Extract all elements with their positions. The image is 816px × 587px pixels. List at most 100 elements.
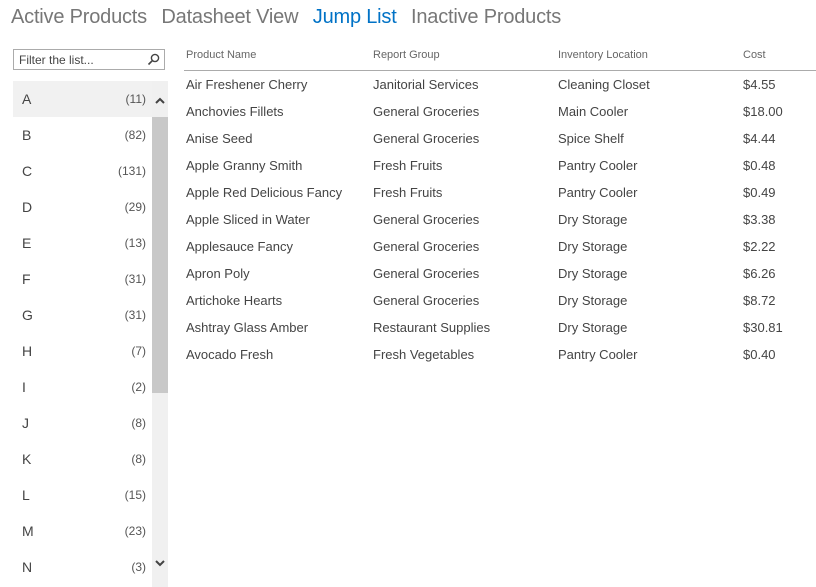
product-name-cell[interactable]: Anchovies Fillets [184,104,371,119]
view-tabs: Active Products Datasheet View Jump List… [11,6,571,29]
cost-cell: $8.72 [743,293,776,308]
jump-list-item[interactable]: L (15) [13,477,152,513]
scrollbar-thumb[interactable] [152,117,168,393]
jump-list-item[interactable]: G (31) [13,297,152,333]
jump-count: (8) [131,416,146,430]
product-name-cell[interactable]: Air Freshener Cherry [184,77,371,92]
product-name-cell[interactable]: Anise Seed [184,131,371,146]
cost-cell: $0.49 [743,185,776,200]
tab-inactive-products[interactable]: Inactive Products [411,6,561,29]
products-table: Product Name Report Group Inventory Loca… [184,49,816,368]
product-name-cell[interactable]: Avocado Fresh [184,347,371,362]
product-name-cell[interactable]: Ashtray Glass Amber [184,320,371,335]
jump-count: (82) [124,128,146,142]
inventory-location-cell: Dry Storage [558,266,628,281]
table-body: Air Freshener Cherry Janitorial Services C… [184,71,816,368]
table-row[interactable]: Anchovies Fillets General Groceries Main C… [184,98,816,125]
inventory-location-cell: Dry Storage [558,239,628,254]
jump-list-item[interactable]: D (29) [13,189,152,225]
table-header: Product Name Report Group Inventory Loca… [184,49,816,71]
scrollbar[interactable] [152,81,168,587]
table-row[interactable]: Apple Granny Smith Fresh Fruits Pantry Coo… [184,152,816,179]
scroll-down-icon[interactable] [154,557,166,569]
report-group-cell: Fresh Fruits [373,158,443,173]
jump-letter: M [22,523,34,539]
cost-cell: $30.81 [743,320,783,335]
jump-letter: F [22,271,31,287]
report-group-cell: Fresh Fruits [373,185,443,200]
report-group-cell: General Groceries [373,212,480,227]
table-row[interactable]: Apple Sliced in Water General Groceries Dr… [184,206,816,233]
report-group-cell: General Groceries [373,104,480,119]
product-name-cell[interactable]: Applesauce Fancy [184,239,371,254]
product-name-cell[interactable]: Apple Sliced in Water [184,212,371,227]
jump-list-item[interactable]: B (82) [13,117,152,153]
cost-cell: $4.44 [743,131,776,146]
jump-list-item[interactable]: J (8) [13,405,152,441]
jump-count: (23) [124,524,146,538]
inventory-location-cell: Pantry Cooler [558,347,638,362]
jump-letter: N [22,559,33,575]
table-row[interactable]: Apple Red Delicious Fancy Fresh Fruits Pan… [184,179,816,206]
column-header-report-group[interactable]: Report Group [371,49,556,70]
jump-letter: L [22,487,30,503]
jump-list-item[interactable]: N (3) [13,549,152,585]
search-icon[interactable] [147,53,160,66]
jump-list: A (11) B (82) C (131) D (29) E (13) F (31) G (31) H (7)… [13,81,152,585]
report-group-cell: General Groceries [373,131,480,146]
jump-letter: G [22,307,33,323]
filter-box [13,49,165,70]
inventory-location-cell: Pantry Cooler [558,158,638,173]
column-header-product-name[interactable]: Product Name [184,49,371,70]
inventory-location-cell: Dry Storage [558,212,628,227]
jump-letter: J [22,415,29,431]
jump-count: (3) [131,560,146,574]
jump-list-item[interactable]: I (2) [13,369,152,405]
jump-count: (29) [124,200,146,214]
jump-letter: B [22,127,32,143]
jump-list-item[interactable]: C (131) [13,153,152,189]
jump-count: (131) [117,164,146,178]
jump-letter: E [22,235,32,251]
jump-letter: K [22,451,32,467]
jump-count: (7) [131,344,146,358]
jump-letter: A [22,91,32,107]
cost-cell: $0.40 [743,347,776,362]
tab-jump-list[interactable]: Jump List [313,6,397,29]
table-row[interactable]: Apron Poly General Groceries Dry Storage $6… [184,260,816,287]
jump-list-item[interactable]: E (13) [13,225,152,261]
filter-input[interactable] [14,50,144,69]
table-row[interactable]: Applesauce Fancy General Groceries Dry Sto… [184,233,816,260]
tab-datasheet-view[interactable]: Datasheet View [161,6,298,29]
report-group-cell: General Groceries [373,266,480,281]
jump-count: (13) [124,236,146,250]
jump-count: (31) [124,272,146,286]
jump-list-item[interactable]: F (31) [13,261,152,297]
jump-list-item[interactable]: H (7) [13,333,152,369]
column-header-cost[interactable]: Cost [741,49,816,70]
product-name-cell[interactable]: Artichoke Hearts [184,293,371,308]
table-row[interactable]: Anise Seed General Groceries Spice Shelf $4… [184,125,816,152]
jump-list-item[interactable]: K (8) [13,441,152,477]
table-row[interactable]: Artichoke Hearts General Groceries Dry Sto… [184,287,816,314]
jump-count: (2) [131,380,146,394]
scroll-up-icon[interactable] [154,95,166,107]
tab-active-products[interactable]: Active Products [11,6,147,29]
jump-list-item[interactable]: A (11) [13,81,152,117]
cost-cell: $4.55 [743,77,776,92]
column-header-inventory-location[interactable]: Inventory Location [556,49,741,70]
product-name-cell[interactable]: Apple Red Delicious Fancy [184,185,371,200]
cost-cell: $18.00 [743,104,783,119]
inventory-location-cell: Pantry Cooler [558,185,638,200]
inventory-location-cell: Cleaning Closet [558,77,650,92]
table-row[interactable]: Ashtray Glass Amber Restaurant Supplies Dr… [184,314,816,341]
jump-letter: C [22,163,33,179]
jump-count: (15) [124,488,146,502]
table-row[interactable]: Avocado Fresh Fresh Vegetables Pantry Cool… [184,341,816,368]
report-group-cell: Janitorial Services [373,77,479,92]
cost-cell: $2.22 [743,239,776,254]
product-name-cell[interactable]: Apple Granny Smith [184,158,371,173]
jump-list-item[interactable]: M (23) [13,513,152,549]
product-name-cell[interactable]: Apron Poly [184,266,371,281]
table-row[interactable]: Air Freshener Cherry Janitorial Services C… [184,71,816,98]
